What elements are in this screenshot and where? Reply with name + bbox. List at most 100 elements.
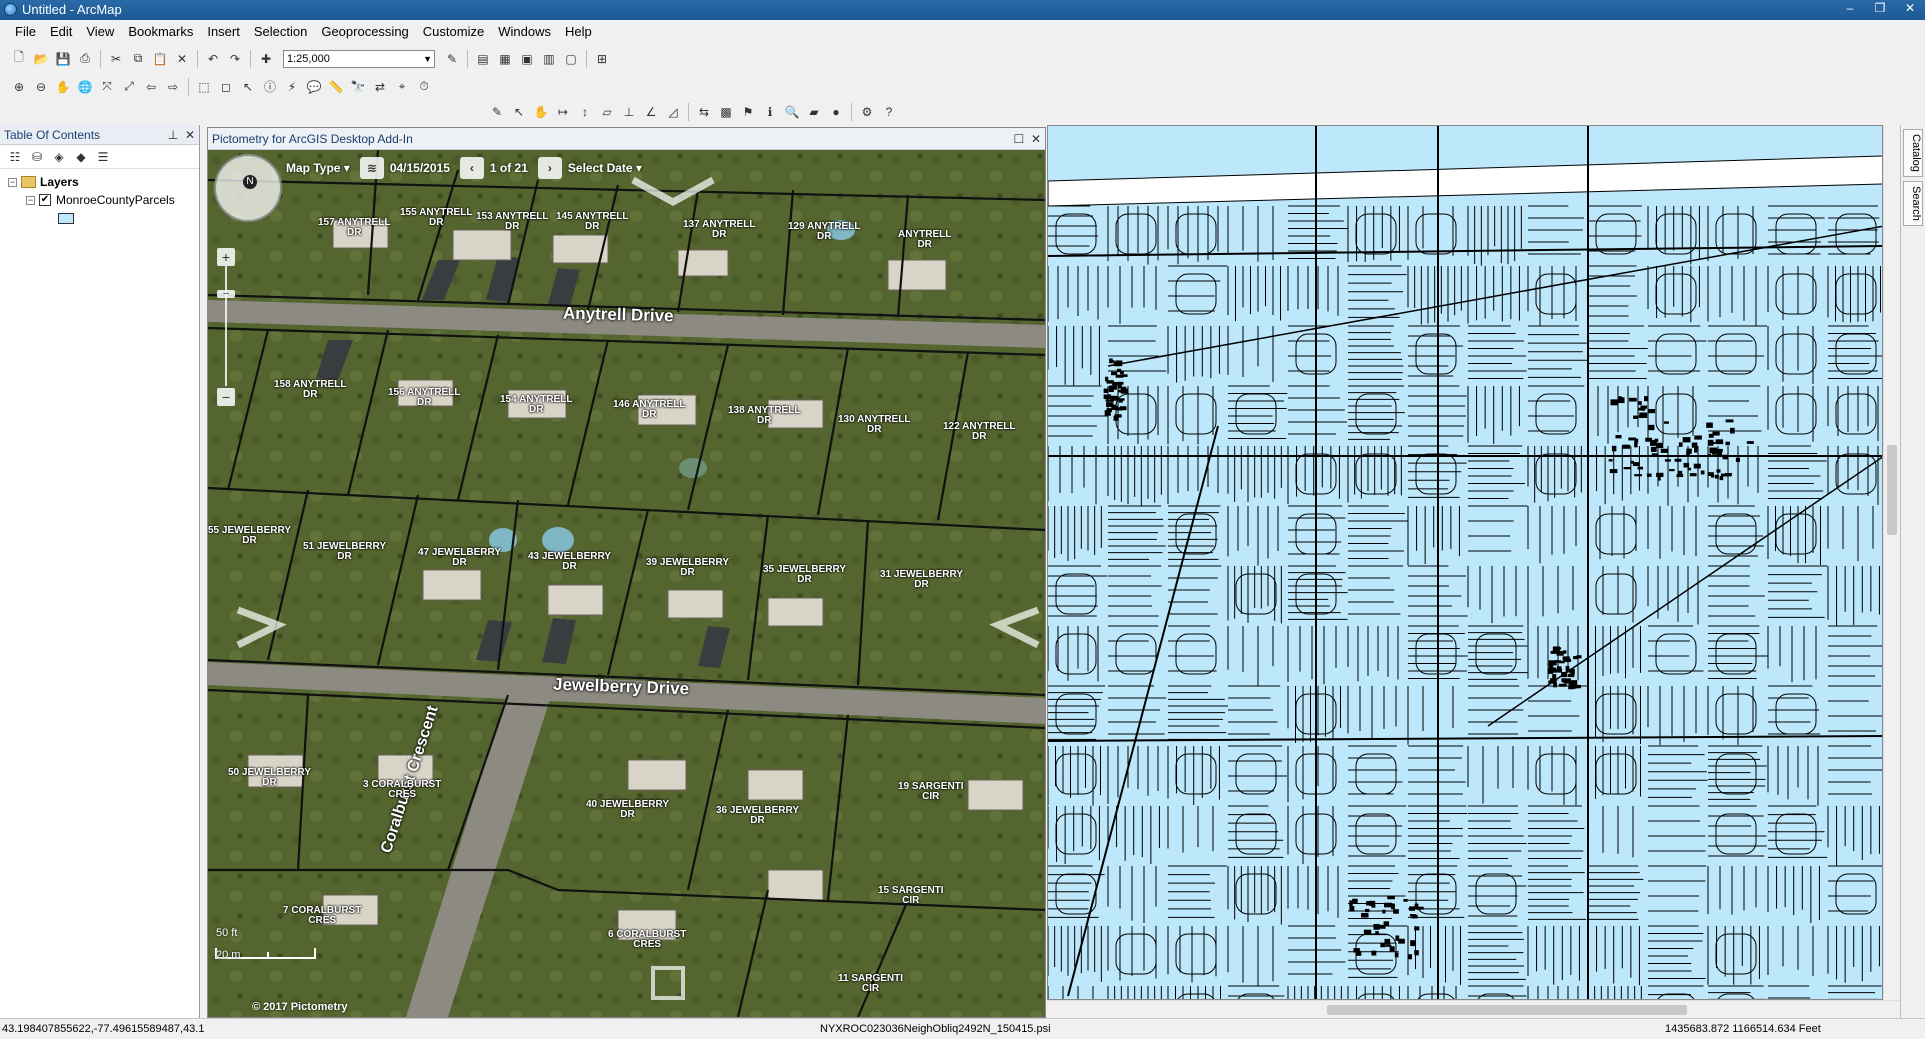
search-icon[interactable]: 🔍	[782, 102, 802, 122]
pointer-tool-icon[interactable]: ↖	[509, 102, 529, 122]
copy-icon[interactable]: ⧉	[128, 49, 148, 69]
identify-icon[interactable]: ⓘ	[260, 77, 280, 97]
search-window-icon[interactable]: ▣	[517, 49, 537, 69]
find-icon[interactable]: 🔭	[348, 77, 368, 97]
minimize-button[interactable]: –	[1835, 0, 1865, 18]
measure-distance-icon[interactable]: ↦	[553, 102, 573, 122]
collapse-icon[interactable]: −	[26, 195, 35, 205]
tree-layer-row[interactable]: − ✔ MonroeCountyParcels	[8, 191, 199, 209]
zoom-in-icon[interactable]: ⊕	[9, 77, 29, 97]
close-icon[interactable]: ✕	[185, 128, 195, 142]
measure-height-icon[interactable]: ↕	[575, 102, 595, 122]
menu-selection[interactable]: Selection	[247, 21, 314, 43]
toc-options-icon[interactable]: ☰	[93, 148, 113, 166]
oblique-aerial-image[interactable]: N + – − Map Type ▾ ≋ 04/15/2015 ‹ 1 of 2…	[208, 150, 1045, 1017]
highlighter-icon[interactable]: ▰	[804, 102, 824, 122]
list-by-source-icon[interactable]: ⛁	[27, 148, 47, 166]
layers-stack-icon[interactable]: ≋	[359, 157, 384, 179]
measure-slope-icon[interactable]: ◿	[663, 102, 683, 122]
map-type-dropdown[interactable]: Map Type ▾	[286, 161, 350, 175]
hyperlink-icon[interactable]: ⚡	[282, 77, 302, 97]
close-button[interactable]: ✕	[1895, 0, 1925, 18]
close-icon[interactable]: ✕	[1031, 132, 1041, 146]
help-icon[interactable]: ?	[879, 102, 899, 122]
select-elements-icon[interactable]: ↖	[238, 77, 258, 97]
navigation-compass[interactable]: N	[214, 154, 282, 222]
redo-icon[interactable]: ↷	[225, 49, 245, 69]
map-scale-combo[interactable]: 1:25,000 ▼	[283, 49, 435, 68]
paste-icon[interactable]: 📋	[150, 49, 170, 69]
menu-file[interactable]: File	[8, 21, 43, 43]
zoom-rail[interactable]	[225, 266, 227, 386]
delete-icon[interactable]: ✕	[172, 49, 192, 69]
zoom-slider[interactable]: + – −	[217, 248, 235, 408]
print-icon[interactable]: ⎙	[75, 49, 95, 69]
pan-icon[interactable]: ✋	[53, 77, 73, 97]
save-icon[interactable]: 💾	[53, 49, 73, 69]
settings-icon[interactable]: ⚙	[857, 102, 877, 122]
record-icon[interactable]: ●	[826, 102, 846, 122]
cut-icon[interactable]: ✂	[106, 49, 126, 69]
tree-root-layers[interactable]: − Layers	[8, 173, 199, 191]
time-slider-icon[interactable]: ⏱	[414, 77, 434, 97]
full-extent-icon[interactable]: 🌐	[75, 77, 95, 97]
go-to-xy-icon[interactable]: ⌖	[392, 77, 412, 97]
menu-customize[interactable]: Customize	[416, 21, 491, 43]
collapse-icon[interactable]: −	[8, 177, 17, 187]
measure-elevation-icon[interactable]: ⊥	[619, 102, 639, 122]
editor-toolbar-icon[interactable]: ✎	[442, 49, 462, 69]
list-by-drawing-order-icon[interactable]: ☷	[5, 148, 25, 166]
map-horizontal-scrollbar[interactable]	[1047, 1000, 1900, 1018]
menu-geoprocessing[interactable]: Geoprocessing	[314, 21, 415, 43]
map-data-view[interactable]	[1047, 125, 1883, 1000]
new-document-icon[interactable]: 🗋	[9, 49, 29, 69]
python-window-icon[interactable]: ▢	[561, 49, 581, 69]
back-extent-icon[interactable]: ⇦	[141, 77, 161, 97]
find-route-icon[interactable]: ⇄	[370, 77, 390, 97]
html-popup-icon[interactable]: 💬	[304, 77, 324, 97]
add-data-icon[interactable]: ✚	[256, 49, 276, 69]
layer-symbol-row[interactable]	[8, 209, 199, 227]
zoom-in-button[interactable]: +	[217, 248, 235, 266]
measure-area-icon[interactable]: ▱	[597, 102, 617, 122]
maximize-button[interactable]: ❐	[1865, 0, 1895, 18]
maximize-icon[interactable]: ☐	[1014, 132, 1025, 146]
sync-view-icon[interactable]: ⇆	[694, 102, 714, 122]
pan-tool-icon[interactable]: ✋	[531, 102, 551, 122]
menu-windows[interactable]: Windows	[491, 21, 558, 43]
scroll-thumb[interactable]	[1327, 1005, 1687, 1015]
layers-icon[interactable]: ▩	[716, 102, 736, 122]
pin-icon[interactable]: ⊥	[168, 128, 178, 142]
parcel-symbol-swatch[interactable]	[58, 212, 74, 224]
list-by-selection-icon[interactable]: ◆	[71, 148, 91, 166]
location-icon[interactable]: ⚑	[738, 102, 758, 122]
zoom-out-button[interactable]: −	[217, 388, 235, 406]
search-tab[interactable]: Search	[1903, 180, 1923, 226]
catalog-icon[interactable]: ▦	[495, 49, 515, 69]
layer-visibility-checkbox[interactable]: ✔	[39, 194, 51, 206]
forward-extent-icon[interactable]: ⇨	[163, 77, 183, 97]
measure-bearing-icon[interactable]: ∠	[641, 102, 661, 122]
fixed-zoom-in-icon[interactable]: ⤧	[97, 77, 117, 97]
modelbuilder-icon[interactable]: ⊞	[592, 49, 612, 69]
select-date-dropdown[interactable]: Select Date ▾	[568, 161, 642, 175]
menu-help[interactable]: Help	[558, 21, 599, 43]
measure-icon[interactable]: 📏	[326, 77, 346, 97]
menu-edit[interactable]: Edit	[43, 21, 79, 43]
next-image-button[interactable]: ›	[537, 157, 562, 179]
menu-view[interactable]: View	[79, 21, 121, 43]
previous-image-button[interactable]: ‹	[459, 157, 484, 179]
undo-icon[interactable]: ↶	[203, 49, 223, 69]
clear-selection-icon[interactable]: ◻	[216, 77, 236, 97]
menu-bookmarks[interactable]: Bookmarks	[121, 21, 200, 43]
zoom-thumb[interactable]: –	[217, 289, 235, 299]
table-of-contents-icon[interactable]: ▤	[473, 49, 493, 69]
scroll-thumb[interactable]	[1887, 445, 1897, 535]
catalog-tab[interactable]: Catalog	[1903, 129, 1923, 177]
select-features-icon[interactable]: ⬚	[194, 77, 214, 97]
zoom-out-icon[interactable]: ⊖	[31, 77, 51, 97]
open-folder-icon[interactable]: 📂	[31, 49, 51, 69]
arctoolbox-icon[interactable]: ▥	[539, 49, 559, 69]
list-by-visibility-icon[interactable]: ◈	[49, 148, 69, 166]
menu-insert[interactable]: Insert	[200, 21, 247, 43]
